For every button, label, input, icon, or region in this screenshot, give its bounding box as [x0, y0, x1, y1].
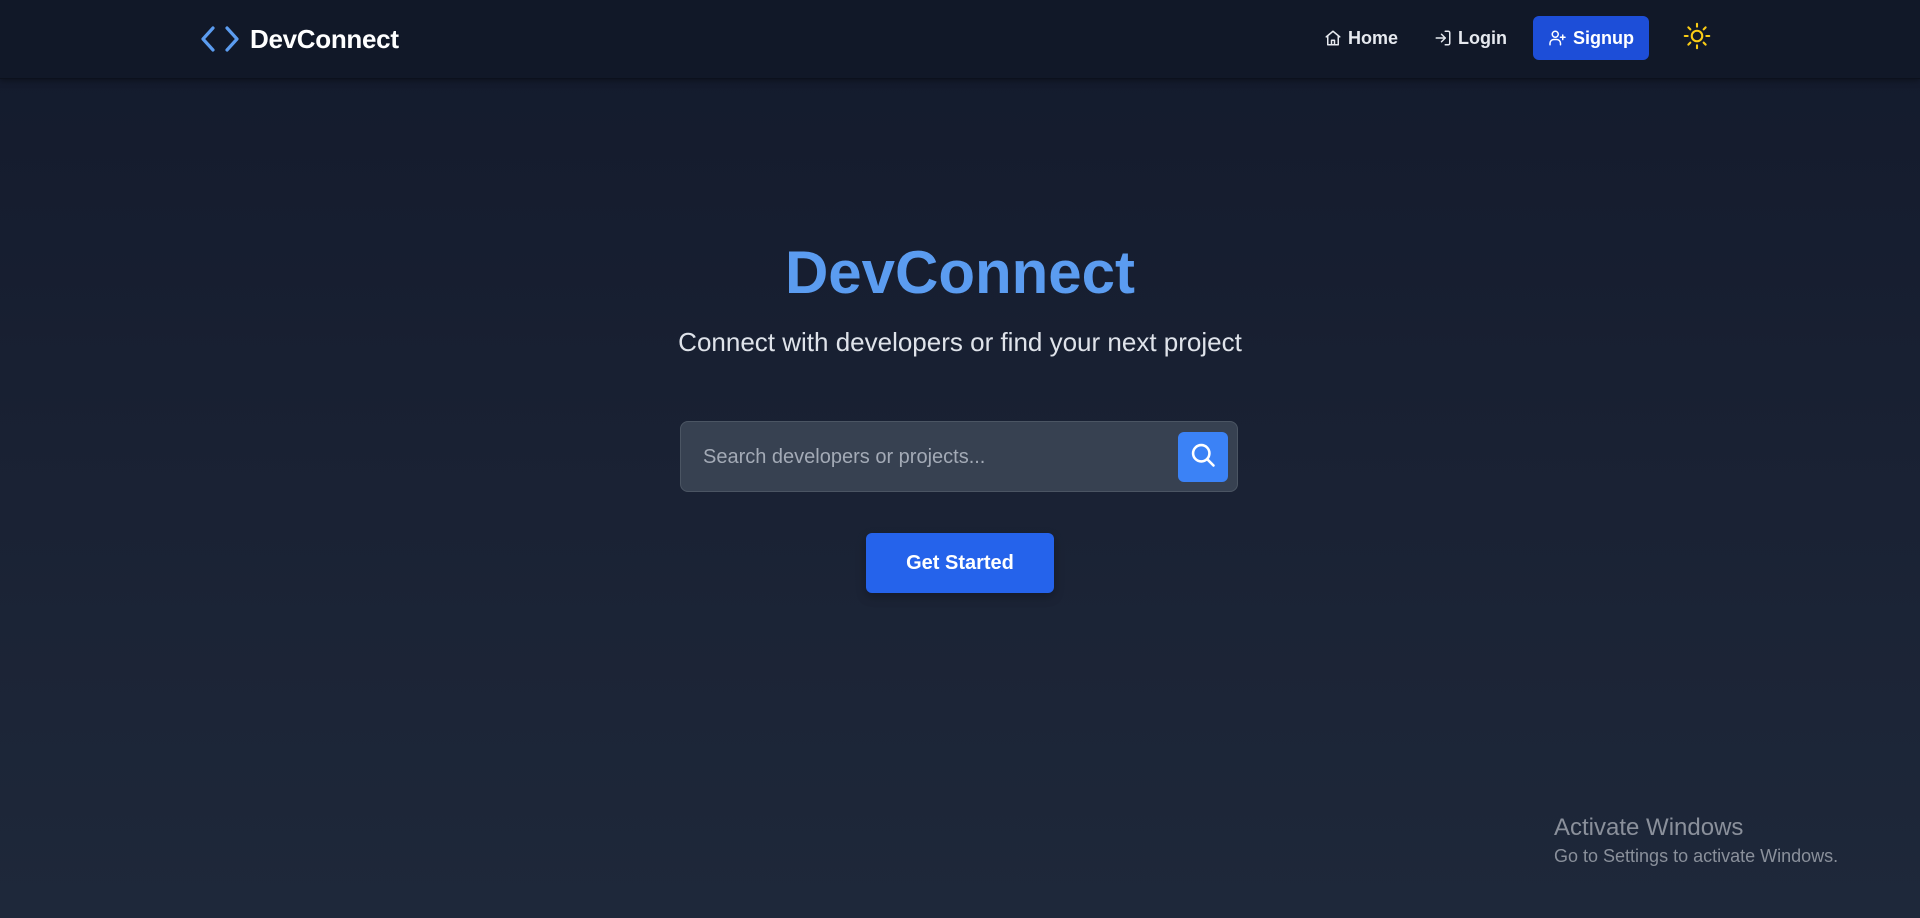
hero-section: DevConnect Connect with developers or fi… — [0, 230, 1920, 360]
nav-home-label: Home — [1348, 27, 1399, 48]
theme-toggle-button[interactable] — [1683, 22, 1711, 55]
top-navbar: DevConnect Home Login Signup — [0, 0, 1920, 79]
login-icon — [1434, 29, 1458, 47]
user-plus-icon — [1548, 29, 1573, 47]
nav-links: Home Login Signup — [1310, 16, 1657, 60]
nav-login-link[interactable]: Login — [1420, 16, 1521, 60]
brand-name: DevConnect — [250, 23, 399, 54]
search-bar — [680, 421, 1238, 493]
search-button[interactable] — [1178, 432, 1228, 482]
signup-button[interactable]: Signup — [1533, 16, 1649, 60]
home-icon — [1324, 29, 1348, 47]
sun-icon — [1683, 22, 1711, 55]
nav-login-label: Login — [1458, 27, 1507, 48]
watermark-subtitle: Go to Settings to activate Windows. — [1554, 846, 1839, 866]
signup-label: Signup — [1573, 27, 1634, 48]
nav-home-link[interactable]: Home — [1310, 16, 1412, 60]
code-brackets-icon — [200, 25, 240, 53]
brand-link[interactable]: DevConnect — [200, 22, 399, 56]
windows-activation-watermark: Activate Windows Go to Settings to activ… — [1554, 812, 1838, 868]
hero-title: DevConnect — [784, 239, 1136, 306]
search-input[interactable] — [701, 422, 1145, 493]
watermark-title: Activate Windows — [1554, 814, 1744, 841]
search-icon — [1189, 441, 1217, 474]
get-started-button[interactable]: Get Started — [866, 533, 1054, 593]
hero-subtitle: Connect with developers or find your nex… — [678, 327, 1242, 357]
